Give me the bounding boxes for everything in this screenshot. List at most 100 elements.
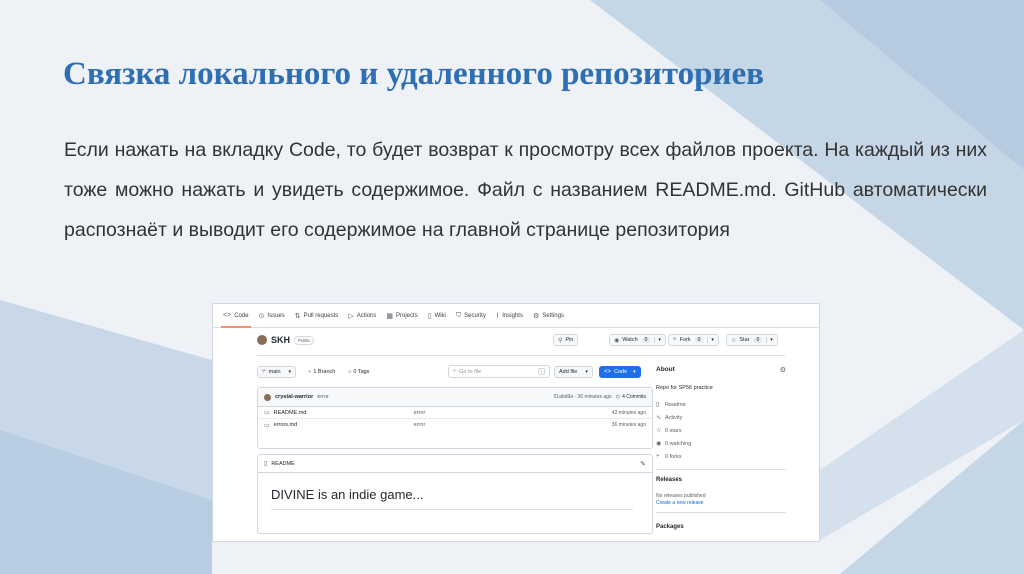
pin-icon: ⚲ xyxy=(558,337,563,344)
file-commit-message[interactable]: error xyxy=(414,410,426,416)
commit-hash-time[interactable]: 01abd9a · 36 minutes ago xyxy=(554,394,612,400)
star-icon: ☆ xyxy=(731,337,737,344)
gear-icon: ⚙ xyxy=(532,312,540,320)
code-icon: <> xyxy=(223,312,232,319)
tab-wiki[interactable]: ▯ Wiki xyxy=(428,304,446,328)
code-icon: <> xyxy=(604,369,612,375)
tab-actions[interactable]: ▷ Actions xyxy=(348,304,376,328)
releases-empty-text: No releases published xyxy=(656,493,706,499)
chevron-down-icon: ▾ xyxy=(766,337,773,343)
file-name[interactable]: README.md xyxy=(274,410,414,416)
tags-link[interactable]: ⌂ 0 Tags xyxy=(348,369,369,375)
repo-description: Repo for SP56 practice xyxy=(656,385,713,391)
releases-title[interactable]: Releases xyxy=(656,477,682,483)
file-name[interactable]: errors.md xyxy=(274,422,414,428)
visibility-badge: Public xyxy=(294,335,315,345)
tag-icon: ⌂ xyxy=(348,369,352,375)
slide-title: Связка локального и удаленного репозитор… xyxy=(63,56,764,92)
commits-link[interactable]: ◷ 4 Commits xyxy=(616,394,646,400)
eye-icon: ◉ xyxy=(614,337,620,344)
history-icon: ◷ xyxy=(615,394,621,400)
slide-body-text: Если нажать на вкладку Code, то будет во… xyxy=(64,139,987,241)
issue-icon: ⊙ xyxy=(258,312,265,320)
readme-heading: DIVINE is an indie game... xyxy=(271,487,424,502)
about-stars-link[interactable]: ☆ 0 stars xyxy=(656,427,786,435)
search-icon: ⌕ xyxy=(453,368,457,374)
code-button[interactable]: <> Code ▾ xyxy=(599,366,641,378)
tab-pull-requests[interactable]: ⇅ Pull requests xyxy=(295,304,339,328)
file-commit-message[interactable]: error xyxy=(414,422,426,428)
shield-icon: ⛉ xyxy=(455,311,462,319)
chevron-down-icon: ▾ xyxy=(288,369,292,375)
star-button[interactable]: ☆ Star 0 ▾ xyxy=(726,334,778,346)
repo-header: SKH Public xyxy=(257,335,315,345)
book-icon: ▯ xyxy=(656,402,660,408)
tab-issues[interactable]: ⊙ Issues xyxy=(259,304,285,328)
tab-insights[interactable]: ⌇ Insights xyxy=(496,304,523,328)
branches-link[interactable]: ⑂ 1 Branch xyxy=(308,369,335,375)
tab-code[interactable]: <> Code xyxy=(221,304,251,328)
commit-author[interactable]: crystal-warrior xyxy=(275,394,313,400)
chevron-down-icon: ▾ xyxy=(633,369,636,375)
about-title: About xyxy=(656,366,675,373)
latest-commit-bar: crystal-warrior error 01abd9a · 36 minut… xyxy=(258,388,652,407)
book-icon: ▯ xyxy=(427,312,432,320)
file-icon: ▭ xyxy=(264,422,270,429)
star-icon: ☆ xyxy=(656,428,662,434)
fork-icon: ⑂ xyxy=(656,453,660,460)
about-sidebar: About ⚙ Repo for SP56 practice ▯ Readme ∿… xyxy=(656,366,786,470)
fork-button[interactable]: ⑂ Fork 0 ▾ xyxy=(668,334,719,346)
chevron-down-icon: ▾ xyxy=(707,337,714,343)
fork-count: 0 xyxy=(694,337,704,343)
pin-button[interactable]: ⚲ Pin xyxy=(553,334,579,346)
github-repo-screenshot: <> Code ⊙ Issues ⇅ Pull requests ▷ Actions ▦… xyxy=(212,303,820,542)
watch-button[interactable]: ◉ Watch 0 ▾ xyxy=(609,334,666,346)
branch-icon: ⑂ xyxy=(308,369,312,375)
repo-tab-bar: <> Code ⊙ Issues ⇅ Pull requests ▷ Actions ▦… xyxy=(213,304,819,328)
book-icon: ▯ xyxy=(264,461,268,467)
header-divider xyxy=(257,355,785,356)
tab-security[interactable]: ⛉ Security xyxy=(456,304,486,328)
table-row[interactable]: ▭ errors.md error 36 minutes ago xyxy=(258,419,652,431)
tab-settings[interactable]: ⚙ Settings xyxy=(533,304,564,328)
chevron-down-icon: ▾ xyxy=(585,369,588,375)
pulse-icon: ∿ xyxy=(656,415,662,421)
shortcut-key: t xyxy=(537,368,545,375)
repo-name[interactable]: SKH xyxy=(271,335,290,345)
branch-icon: ⑂ xyxy=(262,369,266,375)
watch-count: 0 xyxy=(641,337,651,343)
table-icon: ▦ xyxy=(386,312,394,320)
create-release-link[interactable]: Create a new release xyxy=(656,500,704,506)
eye-icon: ◉ xyxy=(656,441,662,447)
chevron-down-icon: ▾ xyxy=(654,337,661,343)
about-readme-link[interactable]: ▯ Readme xyxy=(656,401,786,409)
avatar[interactable] xyxy=(257,335,267,345)
commit-message[interactable]: error xyxy=(317,394,329,400)
pull-request-icon: ⇅ xyxy=(294,312,301,320)
play-icon: ▷ xyxy=(348,312,354,320)
avatar[interactable] xyxy=(264,393,271,401)
table-row[interactable]: ▭ README.md error 42 minutes ago xyxy=(258,407,652,419)
readme-panel: ▯ README ✎ DIVINE is an indie game... xyxy=(257,454,653,534)
graph-icon: ⌇ xyxy=(495,312,500,320)
readme-heading-rule xyxy=(271,509,633,510)
pencil-icon[interactable]: ✎ xyxy=(640,460,646,468)
fork-icon: ⑂ xyxy=(673,337,677,343)
file-time: 42 minutes ago xyxy=(611,409,646,416)
file-list: crystal-warrior error 01abd9a · 36 minut… xyxy=(257,387,653,449)
about-watching-link[interactable]: ◉ 0 watching xyxy=(656,440,786,448)
tab-projects[interactable]: ▦ Projects xyxy=(386,304,417,328)
releases-divider xyxy=(656,512,786,513)
about-divider xyxy=(656,469,786,470)
about-forks-link[interactable]: ⑂ 0 forks xyxy=(656,453,786,460)
packages-title[interactable]: Packages xyxy=(656,524,684,530)
readme-header: ▯ README ✎ xyxy=(258,455,652,473)
file-time: 36 minutes ago xyxy=(611,422,646,428)
about-activity-link[interactable]: ∿ Activity xyxy=(656,414,786,422)
go-to-file-input[interactable]: ⌕ Go to file t xyxy=(448,365,550,378)
add-file-button[interactable]: Add file ▾ xyxy=(554,366,593,378)
gear-icon[interactable]: ⚙ xyxy=(780,366,786,374)
file-icon: ▭ xyxy=(264,410,270,416)
branch-selector[interactable]: ⑂ main ▾ xyxy=(257,366,297,378)
star-count: 0 xyxy=(753,337,763,343)
